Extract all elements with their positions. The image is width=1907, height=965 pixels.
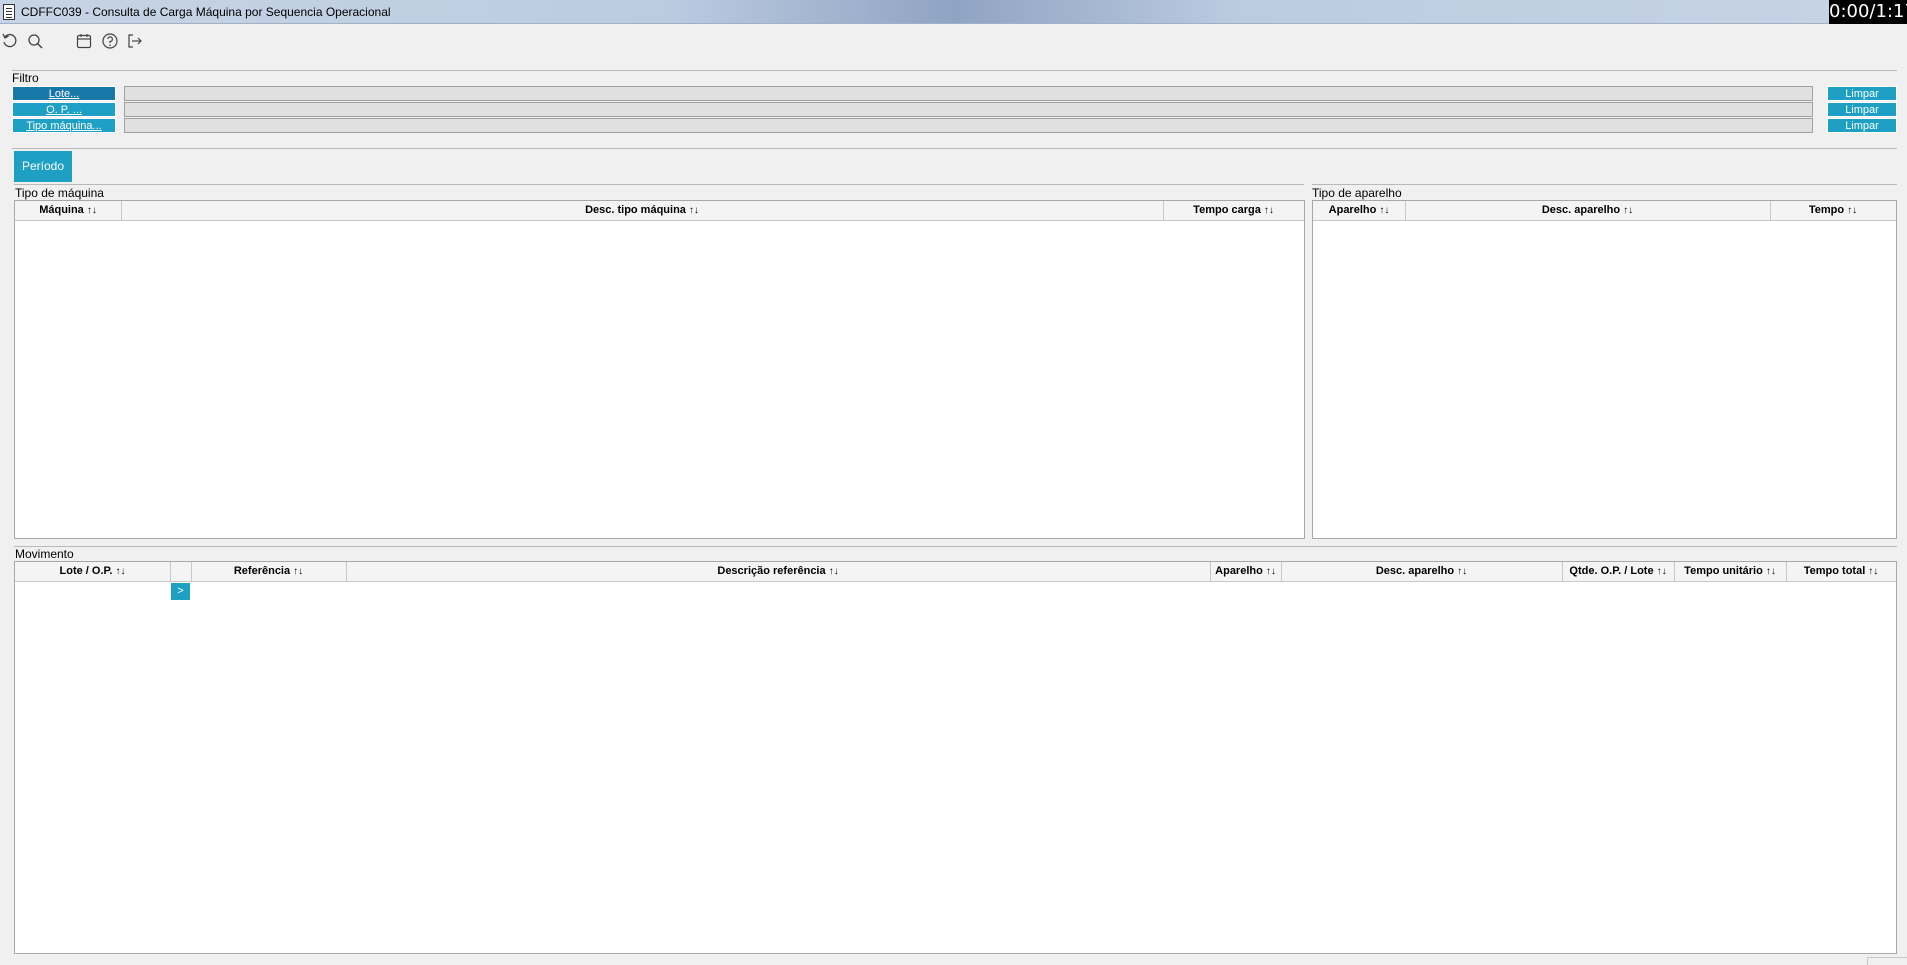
sort-icon: ↑↓: [1847, 205, 1858, 216]
lote-lookup-button[interactable]: Lote...: [12, 86, 116, 101]
col-aparelho[interactable]: Aparelho ↑↓: [1313, 201, 1406, 220]
calendar-icon[interactable]: [75, 32, 93, 50]
sort-icon: ↑↓: [115, 566, 126, 577]
app-document-icon: [3, 4, 15, 20]
movimento-title: Movimento: [15, 547, 74, 561]
sort-icon: ↑↓: [1379, 205, 1390, 216]
col-desc-tipo-maquina[interactable]: Desc. tipo máquina ↑↓: [121, 201, 1164, 220]
movimento-divider: [14, 546, 1897, 547]
sort-icon: ↑↓: [1765, 566, 1776, 577]
exit-icon[interactable]: [126, 32, 144, 50]
col-aparelho[interactable]: Aparelho ↑↓: [1210, 562, 1282, 581]
timer-readout: 0:00/1:17: [1829, 0, 1907, 24]
expand-row-button[interactable]: >: [171, 583, 190, 600]
tipo-aparelho-title: Tipo de aparelho: [1312, 186, 1402, 200]
sort-icon: ↑↓: [1868, 566, 1879, 577]
col-descricao-referencia[interactable]: Descrição referência ↑↓: [346, 562, 1211, 581]
tab-divider: [12, 148, 1897, 149]
tipo-maquina-clear-button[interactable]: Limpar: [1827, 118, 1897, 133]
search-icon[interactable]: [26, 32, 44, 50]
title-bar: CDFFC039 - Consulta de Carga Máquina por…: [0, 0, 1907, 24]
col-tempo[interactable]: Tempo ↑↓: [1770, 201, 1896, 220]
col-desc-aparelho[interactable]: Desc. aparelho ↑↓: [1405, 201, 1771, 220]
col-tempo-total[interactable]: Tempo total ↑↓: [1786, 562, 1896, 581]
sort-icon: ↑↓: [1457, 566, 1468, 577]
sort-icon: ↑↓: [1263, 205, 1274, 216]
sort-icon: ↑↓: [1623, 205, 1634, 216]
col-expand: [170, 562, 192, 581]
tipo-maquina-title: Tipo de máquina: [15, 186, 104, 200]
status-bar-corner: [1867, 957, 1907, 965]
tipo-aparelho-grid-header: Aparelho ↑↓ Desc. aparelho ↑↓ Tempo ↑↓: [1313, 201, 1896, 221]
movimento-grid[interactable]: Lote / O.P. ↑↓ Referência ↑↓ Descrição ref…: [14, 561, 1897, 954]
tipo-aparelho-grid[interactable]: Aparelho ↑↓ Desc. aparelho ↑↓ Tempo ↑↓: [1312, 200, 1897, 539]
tipo-maquina-grid[interactable]: Máquina ↑↓ Desc. tipo máquina ↑↓ Tempo car…: [14, 200, 1305, 539]
refresh-icon[interactable]: [1, 32, 19, 50]
sort-icon: ↑↓: [828, 566, 839, 577]
op-input[interactable]: [124, 102, 1813, 117]
op-clear-button[interactable]: Limpar: [1827, 102, 1897, 117]
col-referencia[interactable]: Referência ↑↓: [191, 562, 347, 581]
tipo-maquina-grid-header: Máquina ↑↓ Desc. tipo máquina ↑↓ Tempo car…: [15, 201, 1304, 221]
lote-clear-button[interactable]: Limpar: [1827, 86, 1897, 101]
tipo-maquina-input[interactable]: [124, 118, 1813, 133]
col-desc-aparelho[interactable]: Desc. aparelho ↑↓: [1281, 562, 1563, 581]
op-lookup-button[interactable]: O. P. ...: [12, 102, 116, 117]
sort-icon: ↑↓: [293, 566, 304, 577]
help-icon[interactable]: [101, 32, 119, 50]
tipo-maquina-lookup-button[interactable]: Tipo máquina...: [12, 118, 116, 133]
sort-icon: ↑↓: [1265, 566, 1276, 577]
col-lote-op[interactable]: Lote / O.P. ↑↓: [15, 562, 171, 581]
col-maquina[interactable]: Máquina ↑↓: [15, 201, 122, 220]
window-title: CDFFC039 - Consulta de Carga Máquina por…: [21, 5, 391, 19]
movimento-grid-header: Lote / O.P. ↑↓ Referência ↑↓ Descrição ref…: [15, 562, 1896, 582]
col-tempo-carga[interactable]: Tempo carga ↑↓: [1163, 201, 1304, 220]
tipo-maquina-divider: [14, 184, 1304, 185]
sort-icon: ↑↓: [688, 205, 699, 216]
tipo-aparelho-divider: [1312, 184, 1897, 185]
tab-periodo[interactable]: Período: [14, 151, 72, 182]
filtro-divider: [12, 70, 1897, 71]
toolbar: [0, 26, 1907, 54]
sort-icon: ↑↓: [1656, 566, 1667, 577]
lote-input[interactable]: [124, 86, 1813, 101]
col-qtde-op-lote[interactable]: Qtde. O.P. / Lote ↑↓: [1562, 562, 1675, 581]
col-tempo-unitario[interactable]: Tempo unitário ↑↓: [1674, 562, 1787, 581]
sort-icon: ↑↓: [86, 205, 97, 216]
filtro-title: Filtro: [12, 71, 39, 85]
